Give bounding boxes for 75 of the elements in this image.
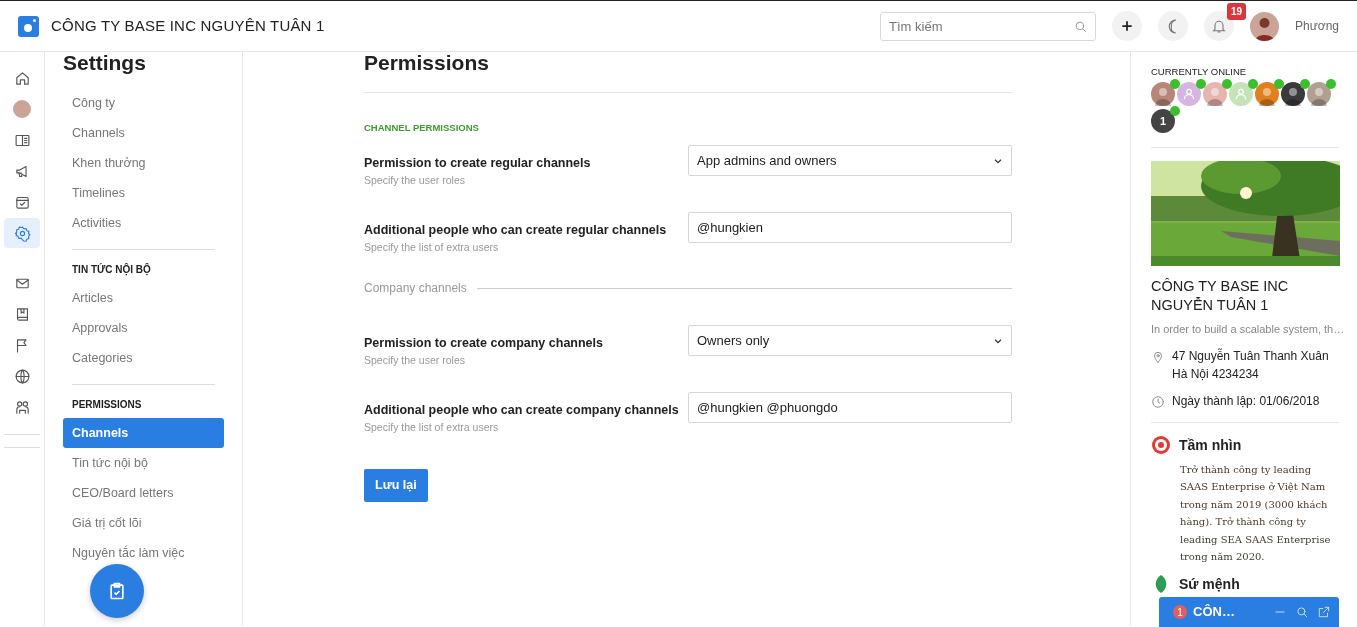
settings-nav-item[interactable]: Tin tức nội bộ	[63, 448, 224, 478]
add-button[interactable]	[1112, 11, 1143, 41]
section-heading: CHANNEL PERMISSIONS	[364, 121, 480, 135]
input-field[interactable]: @hungkien @phuongdo	[688, 392, 1012, 424]
field-hint: Specify the user roles	[364, 353, 466, 368]
settings-nav-item[interactable]: Categories	[63, 343, 224, 373]
clock-icon	[1151, 394, 1165, 409]
settings-nav-item[interactable]: Channels	[63, 118, 224, 148]
settings-nav-item[interactable]: Nguyên tắc làm việc	[63, 538, 224, 568]
user-name[interactable]: Phương	[1295, 17, 1339, 35]
settings-nav-item[interactable]: Công ty	[63, 88, 224, 118]
online-status-dot	[1326, 79, 1336, 90]
online-status-dot	[1170, 106, 1180, 117]
dark-mode-button[interactable]	[1158, 11, 1189, 41]
user-avatar[interactable]	[1250, 11, 1280, 41]
settings-nav-item[interactable]: CEO/Board letters	[63, 478, 224, 508]
bell-icon[interactable]	[1211, 18, 1228, 34]
online-heading: CURRENTLY ONLINE	[1151, 65, 1248, 79]
input-field[interactable]: @hungkien	[688, 212, 1012, 244]
external-link-icon[interactable]	[1317, 605, 1331, 619]
user-avatar[interactable]: 1	[1151, 109, 1175, 134]
home-icon[interactable]	[13, 69, 31, 87]
search-icon[interactable]	[1295, 605, 1309, 619]
company-name: CÔNG TY BASE INC NGUYỄN TUÂN 1	[1151, 277, 1290, 316]
company-address: 47 Nguyễn Tuân Thanh Xuân Hà Nội 4234234	[1172, 347, 1330, 383]
person-icon	[1182, 87, 1196, 102]
user-avatar[interactable]	[1281, 82, 1305, 107]
settings-nav-item[interactable]: Articles	[63, 283, 224, 313]
task-button[interactable]	[90, 564, 144, 618]
settings-nav-item[interactable]: Timelines	[63, 178, 224, 208]
online-status-dot	[1274, 79, 1284, 90]
page-title: Permissions	[364, 52, 1012, 93]
section-heading: PERMISSIONS	[71, 398, 143, 412]
plus-icon[interactable]	[1120, 19, 1135, 33]
online-status-dot	[1300, 79, 1310, 90]
founded-date: Ngày thành lập: 01/06/2018	[1172, 392, 1320, 410]
settings-nav-item[interactable]: Approvals	[63, 313, 224, 343]
notification-count: 19	[1226, 3, 1247, 20]
select-field[interactable]: Owners only	[688, 325, 1012, 357]
settings-title: Settings	[63, 52, 147, 74]
select-field[interactable]: App admins and owners	[688, 145, 1012, 177]
field-label: Additional people who can create regular channels	[364, 222, 667, 240]
online-status-dot	[1170, 79, 1180, 90]
vision-title: Tầm nhìn	[1179, 435, 1242, 455]
field-hint: Specify the list of extra users	[364, 420, 500, 435]
online-status-dot	[1248, 79, 1258, 90]
unread-count: 1	[1173, 605, 1187, 619]
target-icon	[1151, 435, 1171, 456]
chat-title: CÔN…	[1193, 603, 1236, 622]
person-icon	[1234, 87, 1248, 102]
chat-bar[interactable]: 1 CÔN…	[1159, 597, 1339, 627]
company-title: CÔNG TY BASE INC NGUYÊN TUÂN 1	[51, 15, 325, 36]
field-hint: Specify the user roles	[364, 173, 466, 188]
location-pin-icon	[1151, 349, 1165, 364]
settings-nav-item[interactable]: Activities	[63, 208, 224, 238]
settings-icon[interactable]	[13, 224, 31, 242]
search-field[interactable]: Tìm kiếm	[880, 11, 1097, 41]
settings-nav-item[interactable]: Khen thưởng	[63, 148, 224, 178]
field-label: Additional people who can create company channels	[364, 402, 679, 420]
group-label: Company channels	[364, 280, 467, 298]
settings-nav-item[interactable]: Giá trị cốt lõi	[63, 508, 224, 538]
mission-title: Sứ mệnh	[1179, 574, 1240, 594]
people-icon[interactable]	[13, 398, 31, 416]
save-button[interactable]: Lưu lại	[364, 469, 428, 502]
vision-text: Trở thành công ty leading SAAS Enterprise ở Việt Nam trong năm 2019 (3000 khách hàng). Trở thành công ty leading SEA SAAS Enterprise trong năm 2020.	[1180, 462, 1332, 565]
online-status-dot	[1222, 79, 1232, 90]
field-label: Permission to create regular channels	[364, 155, 591, 173]
section-heading: TIN TỨC NỘI BỘ	[71, 262, 152, 277]
settings-nav-item[interactable]: Channels	[63, 418, 224, 448]
clipboard-check-icon[interactable]	[107, 581, 127, 601]
logo-icon	[18, 15, 39, 37]
field-hint: Specify the list of extra users	[364, 240, 500, 255]
online-status-dot	[1196, 79, 1206, 90]
field-label: Permission to create company channels	[364, 335, 603, 353]
globe-icon[interactable]	[13, 367, 31, 385]
